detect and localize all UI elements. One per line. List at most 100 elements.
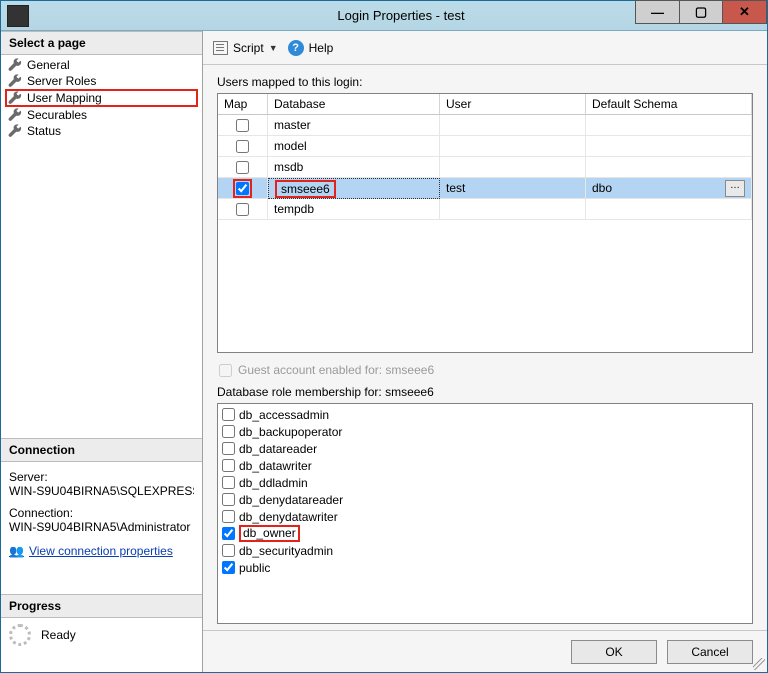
role-label: public bbox=[239, 561, 270, 575]
map-checkbox[interactable] bbox=[236, 161, 249, 174]
role-label: db_ddladmin bbox=[239, 476, 308, 490]
role-label: db_datawriter bbox=[239, 459, 312, 473]
schema-browse-button[interactable]: … bbox=[725, 180, 745, 197]
map-checkbox[interactable] bbox=[236, 203, 249, 216]
role-item[interactable]: db_datareader bbox=[222, 440, 748, 457]
close-button[interactable]: ✕ bbox=[723, 0, 767, 24]
table-row[interactable]: msdb bbox=[218, 157, 752, 178]
cell-map bbox=[218, 115, 268, 136]
map-checkbox[interactable] bbox=[236, 182, 249, 195]
wrench-icon bbox=[8, 91, 22, 105]
role-checkbox[interactable] bbox=[222, 425, 235, 438]
schema-value: dbo bbox=[592, 181, 612, 195]
wrench-icon bbox=[8, 124, 22, 138]
role-label: db_backupoperator bbox=[239, 425, 342, 439]
mapping-label: Users mapped to this login: bbox=[217, 75, 753, 89]
people-icon: 👥 bbox=[9, 544, 24, 558]
role-checkbox[interactable] bbox=[222, 527, 235, 540]
role-item[interactable]: public bbox=[222, 559, 748, 576]
script-button[interactable]: Script ▼ bbox=[213, 41, 278, 55]
chevron-down-icon: ▼ bbox=[269, 43, 278, 53]
map-checkbox[interactable] bbox=[236, 140, 249, 153]
col-header-map[interactable]: Map bbox=[218, 94, 268, 114]
cell-schema[interactable] bbox=[586, 157, 752, 178]
role-checkbox[interactable] bbox=[222, 408, 235, 421]
table-row[interactable]: smseee6 testdbo … bbox=[218, 178, 752, 199]
role-checkbox[interactable] bbox=[222, 476, 235, 489]
role-item[interactable]: db_denydatawriter bbox=[222, 508, 748, 525]
maximize-button[interactable]: ▢ bbox=[679, 0, 723, 24]
col-header-schema[interactable]: Default Schema bbox=[586, 94, 752, 114]
progress-header: Progress bbox=[1, 594, 202, 618]
connection-label: Connection: bbox=[9, 506, 194, 520]
role-item[interactable]: db_datawriter bbox=[222, 457, 748, 474]
role-item[interactable]: db_securityadmin bbox=[222, 542, 748, 559]
minimize-icon: — bbox=[651, 5, 664, 20]
cell-schema[interactable] bbox=[586, 136, 752, 157]
map-checkbox[interactable] bbox=[236, 119, 249, 132]
nav-header: Select a page bbox=[1, 31, 202, 55]
progress-panel: Ready bbox=[1, 618, 202, 652]
role-item[interactable]: db_denydatareader bbox=[222, 491, 748, 508]
progress-status: Ready bbox=[41, 628, 76, 642]
grid-rows: mastermodelmsdb smseee6 testdbo … tempdb bbox=[218, 115, 752, 352]
role-checkbox[interactable] bbox=[222, 544, 235, 557]
wrench-icon bbox=[8, 108, 22, 122]
nav-item-general[interactable]: General bbox=[5, 57, 198, 73]
cell-user[interactable] bbox=[440, 115, 586, 136]
role-item[interactable]: db_ddladmin bbox=[222, 474, 748, 491]
table-row[interactable]: model bbox=[218, 136, 752, 157]
cell-user[interactable] bbox=[440, 157, 586, 178]
script-label: Script bbox=[233, 41, 264, 55]
ok-button[interactable]: OK bbox=[571, 640, 657, 664]
table-row[interactable]: master bbox=[218, 115, 752, 136]
col-header-database[interactable]: Database bbox=[268, 94, 440, 114]
role-checkbox[interactable] bbox=[222, 442, 235, 455]
col-header-user[interactable]: User bbox=[440, 94, 586, 114]
cell-user[interactable] bbox=[440, 199, 586, 220]
help-button[interactable]: ? Help bbox=[288, 40, 334, 56]
guest-account-checkbox bbox=[219, 364, 232, 377]
cancel-button[interactable]: Cancel bbox=[667, 640, 753, 664]
role-checkbox[interactable] bbox=[222, 459, 235, 472]
role-checkbox[interactable] bbox=[222, 561, 235, 574]
role-item[interactable]: db_owner bbox=[222, 525, 748, 542]
cell-database[interactable]: msdb bbox=[268, 157, 440, 178]
role-checkbox[interactable] bbox=[222, 493, 235, 506]
cell-user[interactable]: test bbox=[440, 178, 586, 199]
nav-item-label: Securables bbox=[27, 108, 87, 122]
role-checkbox[interactable] bbox=[222, 510, 235, 523]
cell-schema[interactable]: dbo … bbox=[586, 178, 752, 199]
role-label: db_denydatareader bbox=[239, 493, 343, 507]
role-item[interactable]: db_backupoperator bbox=[222, 423, 748, 440]
login-properties-dialog: Login Properties - test — ▢ ✕ Select a p… bbox=[0, 0, 768, 673]
cell-schema[interactable] bbox=[586, 115, 752, 136]
help-label: Help bbox=[309, 41, 334, 55]
cell-database[interactable]: smseee6 bbox=[268, 178, 440, 199]
cell-database[interactable]: tempdb bbox=[268, 199, 440, 220]
role-item[interactable]: db_accessadmin bbox=[222, 406, 748, 423]
connection-header: Connection bbox=[1, 438, 202, 462]
cell-database[interactable]: master bbox=[268, 115, 440, 136]
connection-value: WIN-S9U04BIRNA5\Administrator bbox=[9, 520, 194, 534]
cell-schema[interactable] bbox=[586, 199, 752, 220]
nav-item-user-mapping[interactable]: User Mapping bbox=[5, 89, 198, 107]
nav-item-status[interactable]: Status bbox=[5, 123, 198, 139]
roles-label: Database role membership for: smseee6 bbox=[217, 385, 753, 399]
view-connection-properties-link[interactable]: 👥 View connection properties bbox=[9, 544, 194, 558]
database-name: smseee6 bbox=[275, 180, 336, 198]
cell-user[interactable] bbox=[440, 136, 586, 157]
minimize-button[interactable]: — bbox=[635, 0, 679, 24]
roles-listbox[interactable]: db_accessadmin db_backupoperatordb_datare… bbox=[217, 403, 753, 624]
nav-item-securables[interactable]: Securables bbox=[5, 107, 198, 123]
cell-map bbox=[218, 136, 268, 157]
resize-grip[interactable] bbox=[753, 658, 765, 670]
user-mapping-grid[interactable]: Map Database User Default Schema masterm… bbox=[217, 93, 753, 353]
server-label: Server: bbox=[9, 470, 194, 484]
role-label: db_denydatawriter bbox=[239, 510, 338, 524]
table-row[interactable]: tempdb bbox=[218, 199, 752, 220]
help-icon: ? bbox=[288, 40, 304, 56]
nav-item-server-roles[interactable]: Server Roles bbox=[5, 73, 198, 89]
left-pane: Select a page GeneralServer RolesUser Ma… bbox=[1, 31, 203, 672]
cell-database[interactable]: model bbox=[268, 136, 440, 157]
